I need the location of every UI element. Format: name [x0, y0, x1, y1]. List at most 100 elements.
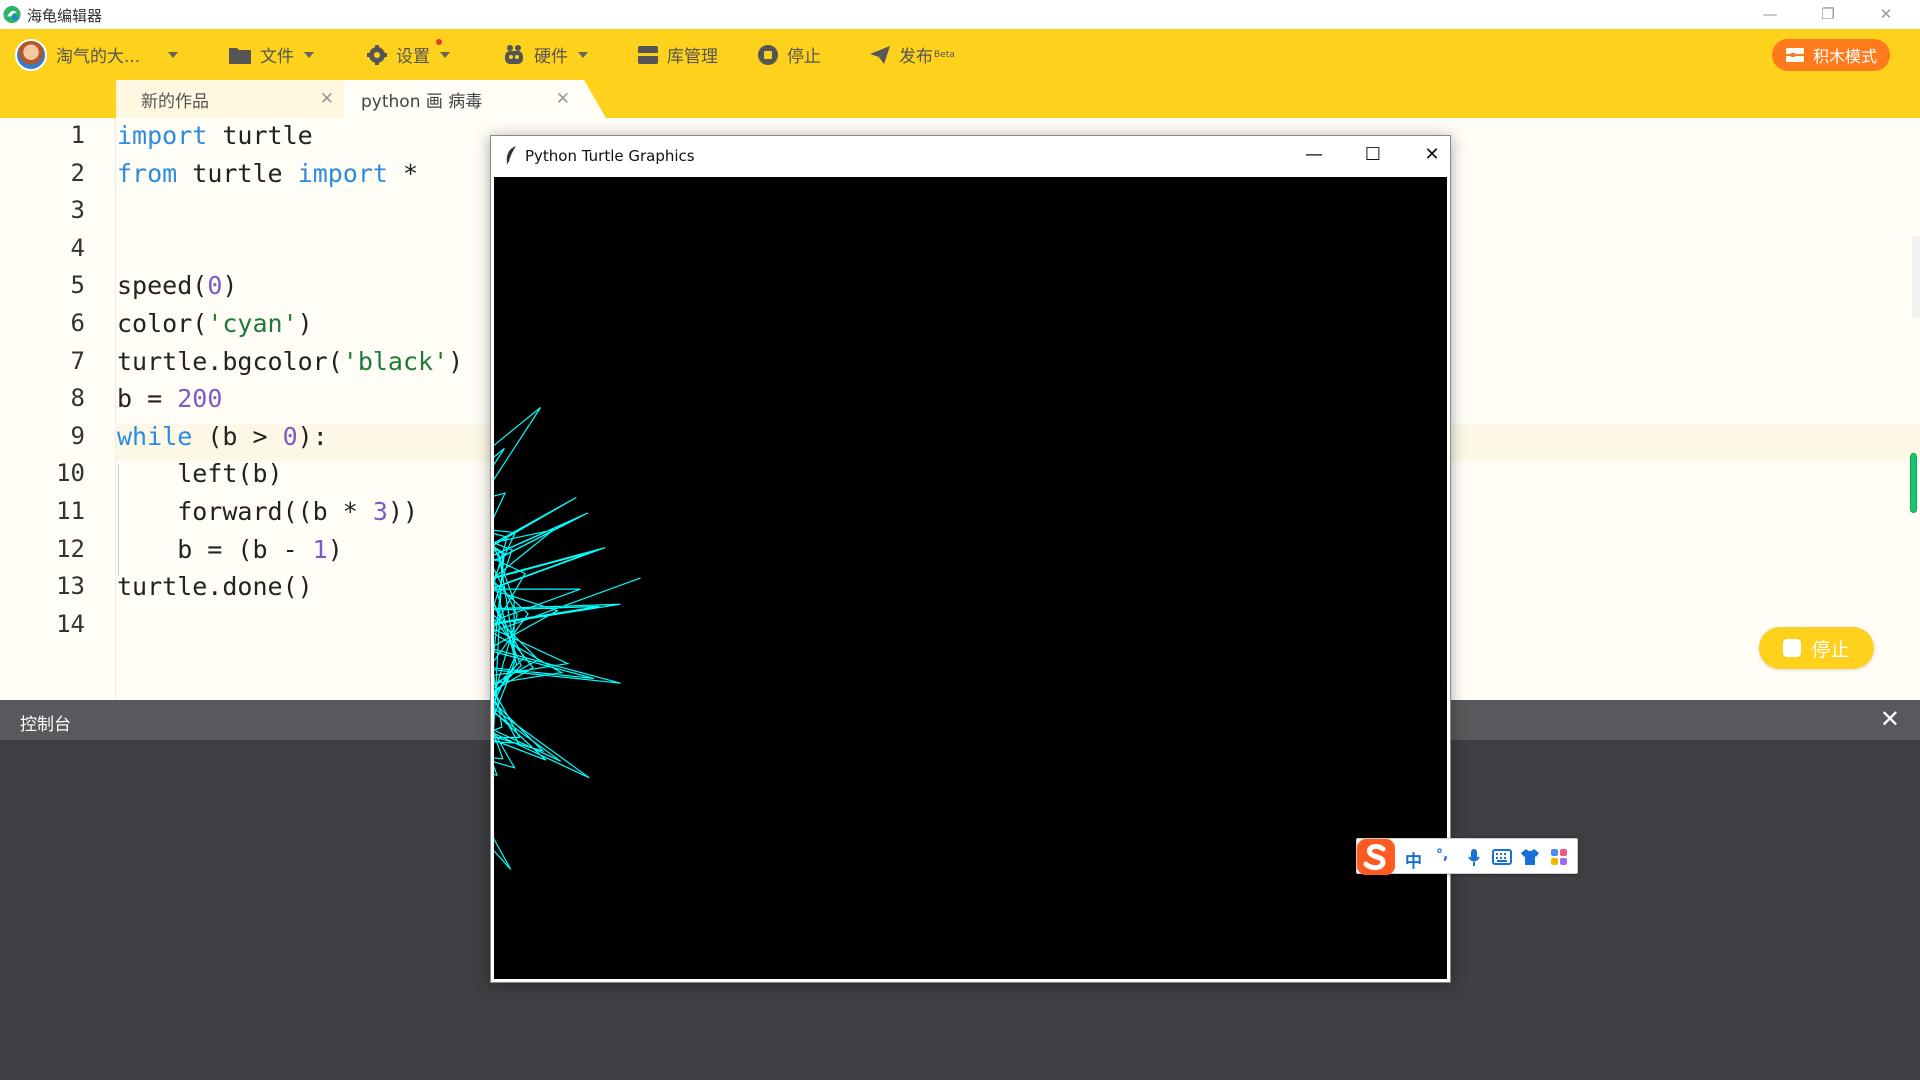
code-line[interactable]: turtle.bgcolor('black') [117, 347, 463, 376]
code-line[interactable]: color('cyan') [117, 309, 313, 338]
notification-dot [436, 39, 442, 45]
tab-close-icon[interactable]: ✕ [320, 89, 334, 109]
turtle-drawing [494, 407, 641, 870]
code-token: ): [297, 421, 328, 451]
beta-badge: Beta [934, 49, 955, 60]
window-minimize-button[interactable]: — [1750, 3, 1790, 25]
run-stop-floating-button[interactable]: 停止 [1759, 627, 1874, 669]
keyboard-icon[interactable] [1492, 849, 1512, 865]
code-token: turtle [207, 121, 313, 150]
code-string: 'cyan' [207, 309, 298, 338]
settings-menu[interactable]: 设置 [366, 29, 450, 80]
line-number: 5 [70, 271, 85, 300]
tab-close-icon[interactable]: ✕ [556, 89, 570, 109]
code-token: b = (b - [117, 534, 313, 564]
code-keyword: import [117, 121, 208, 150]
code-number: 0 [282, 421, 298, 451]
code-keyword: from [117, 158, 178, 188]
code-token: )) [387, 497, 419, 526]
code-line[interactable]: import turtle [117, 121, 313, 150]
stop-button[interactable]: 停止 [757, 29, 821, 80]
line-number: 2 [70, 158, 85, 187]
stop-circle-icon [758, 44, 778, 65]
code-token: ) [327, 534, 343, 564]
turtle-minimize-button[interactable]: — [1291, 140, 1337, 170]
block-mode-button[interactable]: 积木模式 [1772, 39, 1890, 71]
tab-new-work[interactable]: 新的作品 ✕ [116, 80, 348, 118]
sogou-logo-icon[interactable] [1355, 837, 1397, 877]
code-number: 1 [312, 534, 328, 564]
feather-icon [506, 146, 516, 165]
code-token: turtle.bgcolor( [117, 346, 343, 376]
code-keyword: import [297, 158, 388, 188]
chevron-down-icon [304, 51, 314, 58]
toolbox-icon[interactable] [1550, 848, 1568, 866]
code-token: speed( [117, 271, 208, 301]
app-title: 海龟编辑器 [27, 7, 103, 25]
stop-button-label: 停止 [787, 47, 821, 67]
turtle-graphics-window[interactable]: Python Turtle Graphics — ☐ ✕ [490, 135, 1451, 983]
window-restore-button[interactable]: ❐ [1808, 3, 1848, 25]
line-number: 14 [56, 609, 85, 638]
robot-icon [505, 44, 523, 64]
line-number: 4 [70, 233, 85, 262]
skin-shirt-icon[interactable] [1520, 848, 1540, 866]
gear-icon [367, 44, 387, 65]
code-line[interactable]: b = 200 [117, 384, 222, 413]
code-token: turtle [177, 158, 298, 188]
code-token: ) [222, 271, 238, 301]
turtle-path [494, 407, 641, 870]
line-number: 1 [70, 121, 85, 149]
code-line[interactable]: left(b) [117, 459, 283, 489]
line-number: 9 [70, 421, 85, 450]
turtle-close-button[interactable]: ✕ [1409, 140, 1455, 170]
line-number-gutter: 1 2 3 4 5 6 7 8 9 10 11 12 13 14 [0, 118, 116, 700]
code-string: 'black' [342, 346, 449, 376]
turtle-canvas[interactable] [494, 177, 1447, 979]
folder-icon [229, 47, 251, 64]
ime-chinese-mode[interactable]: 中 [1405, 847, 1422, 872]
window-close-button[interactable]: ✕ [1866, 3, 1906, 25]
settings-menu-label: 设置 [396, 47, 430, 67]
code-line[interactable]: turtle.done() [117, 572, 313, 601]
file-menu-label: 文件 [260, 47, 294, 67]
console-close-icon[interactable]: ✕ [1880, 705, 1900, 733]
code-line[interactable]: speed(0) [117, 271, 237, 300]
line-number: 11 [56, 497, 85, 525]
hardware-menu-label: 硬件 [534, 47, 568, 67]
user-name: 淘气的大... [56, 47, 141, 67]
file-menu[interactable]: 文件 [228, 29, 314, 80]
stop-square-icon [1783, 639, 1802, 657]
publish-button-label: 发布 [899, 47, 933, 67]
user-menu[interactable]: 淘气的大... [15, 29, 179, 80]
code-keyword: while [117, 421, 193, 451]
tab-label: python 画 病毒 [361, 91, 483, 112]
paper-plane-icon [870, 45, 890, 64]
code-token: left(b) [117, 459, 283, 489]
code-line[interactable]: forward((b * 3)) [117, 497, 418, 526]
editor-scrollbar-track[interactable] [1912, 236, 1920, 318]
line-number: 12 [56, 534, 85, 563]
code-token: turtle.done() [117, 572, 313, 602]
line-number: 3 [70, 196, 85, 225]
hardware-menu[interactable]: 硬件 [502, 29, 588, 80]
line-number: 7 [70, 346, 85, 375]
chevron-down-icon [168, 51, 179, 58]
ime-toolbar[interactable]: 中 °, [1355, 837, 1578, 877]
publish-button[interactable]: 发布 Beta [869, 29, 955, 80]
library-manager-button[interactable]: 库管理 [637, 29, 718, 80]
code-line[interactable]: while (b > 0): [117, 422, 328, 451]
line-number: 13 [56, 572, 85, 601]
avatar [15, 38, 47, 71]
code-line[interactable]: from turtle import * [117, 159, 418, 188]
code-token: color( [117, 309, 208, 338]
turtle-maximize-button[interactable]: ☐ [1350, 140, 1396, 170]
app-logo-icon [3, 5, 21, 24]
line-number: 8 [70, 384, 85, 413]
editor-scroll-marker[interactable] [1910, 453, 1917, 513]
code-line[interactable]: b = (b - 1) [117, 535, 343, 564]
line-number: 6 [70, 309, 85, 337]
ime-punctuation[interactable]: °, [1436, 847, 1448, 863]
tab-python-virus[interactable]: python 画 病毒 ✕ [344, 80, 606, 118]
microphone-icon[interactable] [1467, 848, 1481, 867]
